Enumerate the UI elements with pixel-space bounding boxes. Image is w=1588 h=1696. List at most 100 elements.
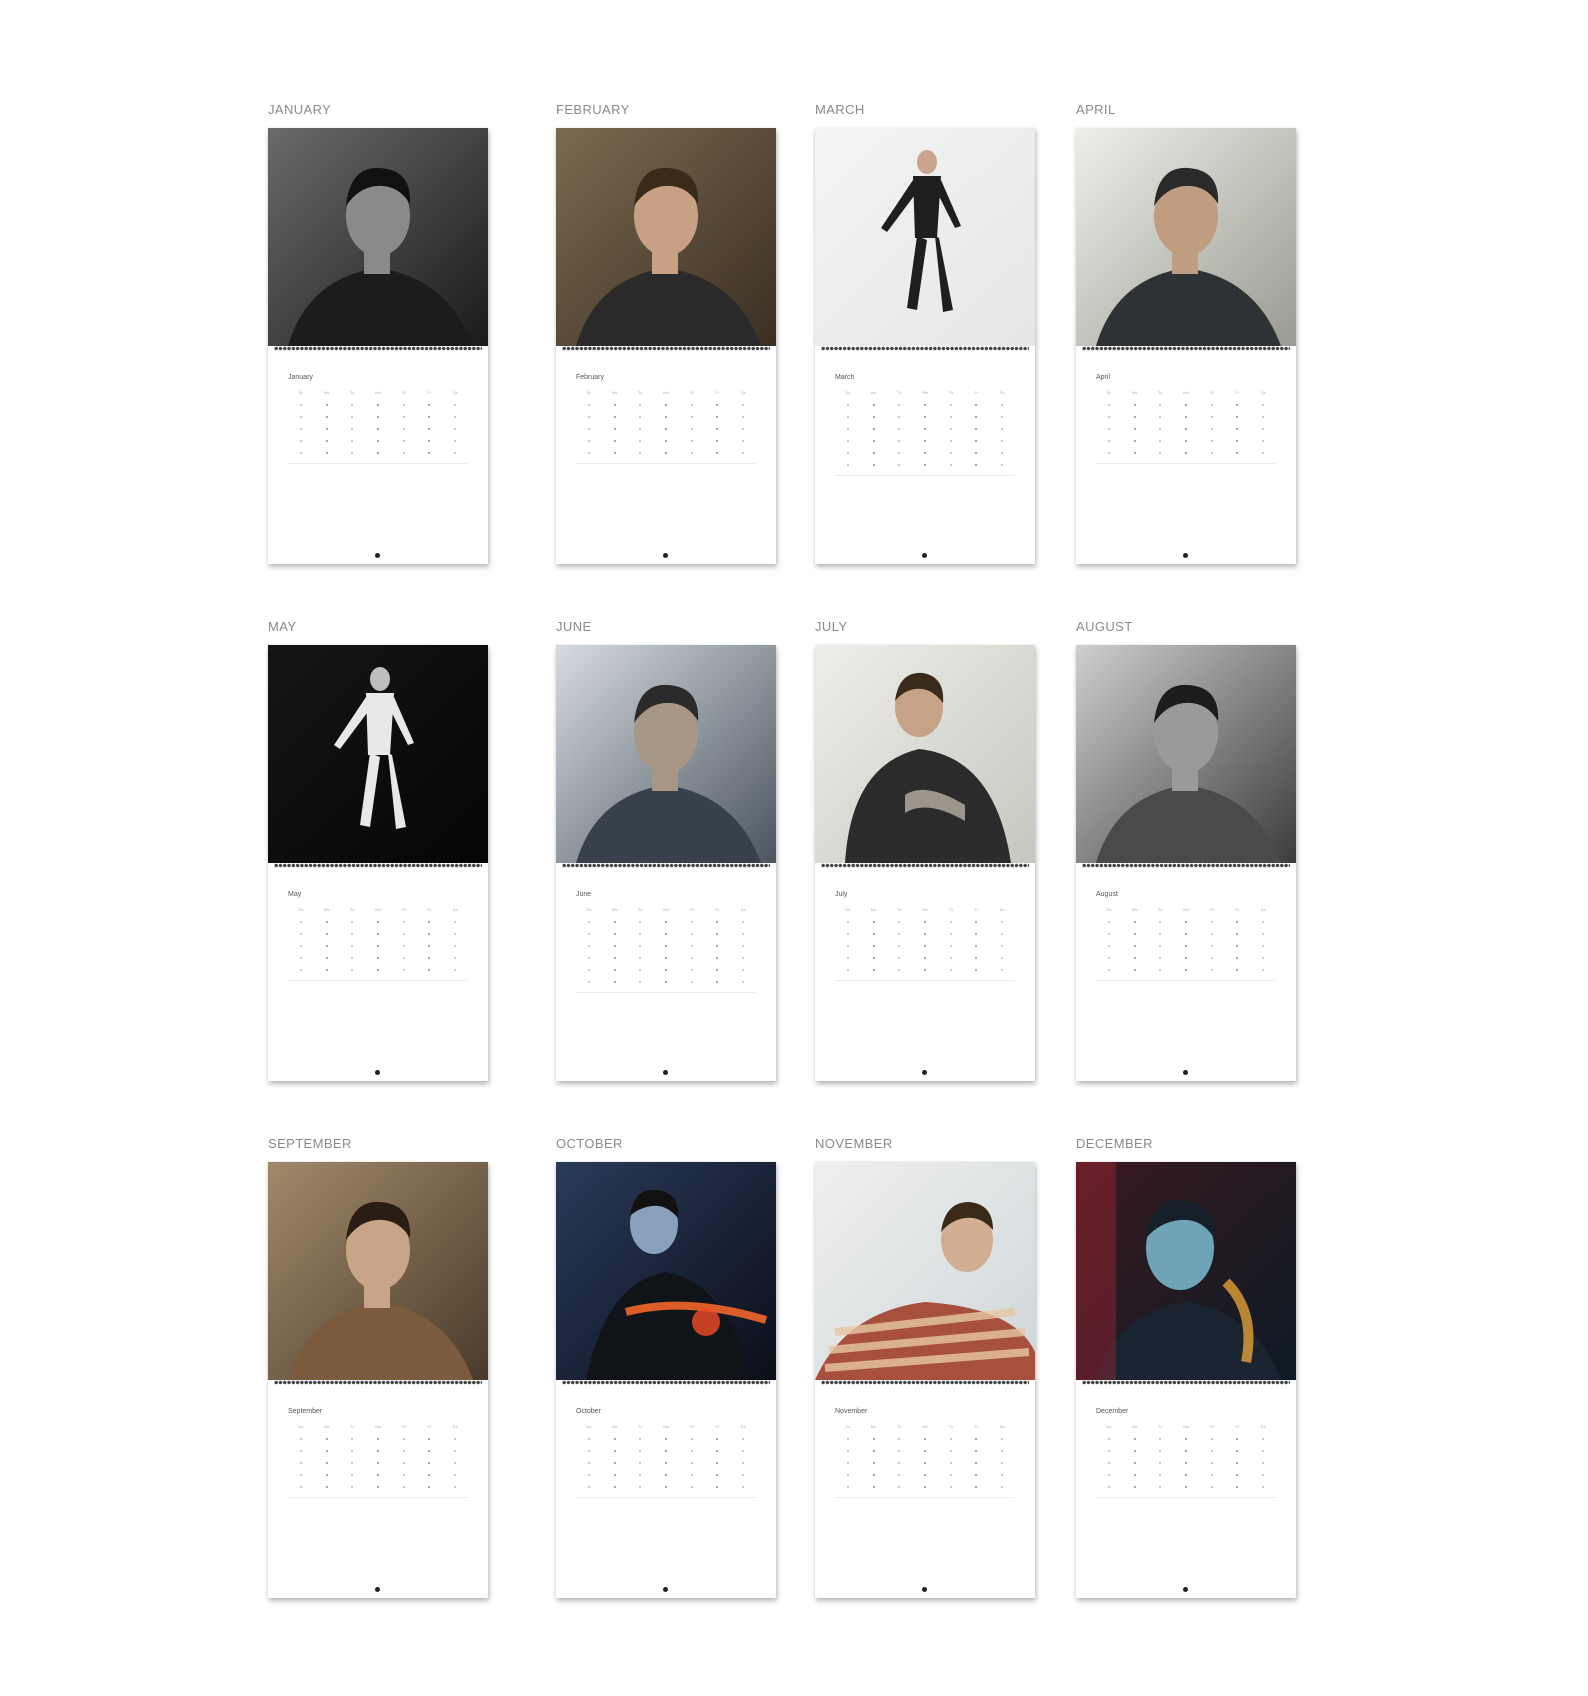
day-cell: [442, 956, 468, 960]
day-cell: [886, 920, 912, 924]
day-cell: [1173, 1449, 1199, 1453]
weekday-label: Mo: [323, 1424, 330, 1429]
day-cell: [1096, 1437, 1122, 1441]
day-cell: [886, 956, 912, 960]
weekday-label: We: [1183, 390, 1189, 395]
calendar-divider: [576, 1497, 756, 1498]
day-cell: [365, 944, 391, 948]
day-cell: [964, 1437, 990, 1441]
day-cell: [835, 956, 861, 960]
day-cell: [339, 956, 365, 960]
day-cell: [1096, 1449, 1122, 1453]
day-cell: [365, 968, 391, 972]
calendar-week-row: [1096, 1473, 1276, 1477]
hanging-hole: [375, 553, 380, 558]
weekday-label: Mo: [870, 907, 877, 912]
weekday-label: We: [922, 390, 928, 395]
weekday-label: We: [1183, 1424, 1189, 1429]
day-cell: [964, 451, 990, 455]
day-cell: [861, 920, 887, 924]
weekday-label: Fr: [427, 390, 432, 395]
mini-calendar: October Su Mo Tu We Th Fr Sa: [576, 1408, 756, 1498]
calendar-page: October Su Mo Tu We Th Fr Sa: [556, 1162, 776, 1598]
day-cell: [365, 1461, 391, 1465]
month-photo: [815, 128, 1035, 346]
day-cell: [653, 415, 679, 419]
calendar-title: February: [576, 374, 605, 381]
day-cell: [886, 1461, 912, 1465]
day-cell: [365, 1473, 391, 1477]
calendar-week-row: [1096, 1461, 1276, 1465]
day-cell: [886, 932, 912, 936]
day-cell: [989, 944, 1015, 948]
day-cell: [1225, 1437, 1251, 1441]
day-cell: [314, 415, 340, 419]
hanging-hole: [663, 553, 668, 558]
calendar-page: July Su Mo Tu We Th Fr Sa: [815, 645, 1035, 1081]
day-cell: [1199, 439, 1225, 443]
day-cell: [1225, 1473, 1251, 1477]
day-cell: [602, 451, 628, 455]
weekday-header: Su Mo Tu We Th Fr Sa: [835, 390, 1015, 395]
day-cell: [314, 968, 340, 972]
calendar-week-row: [835, 968, 1015, 972]
day-cell: [964, 920, 990, 924]
month-photo: [556, 645, 776, 863]
month-heading: FEBRUARY: [556, 102, 630, 117]
day-cell: [627, 403, 653, 407]
day-cell: [835, 415, 861, 419]
day-cell: [365, 415, 391, 419]
weekday-label: Tu: [638, 390, 643, 395]
day-cell: [314, 1485, 340, 1489]
day-cell: [679, 944, 705, 948]
day-cell: [886, 1485, 912, 1489]
day-cell: [1122, 427, 1148, 431]
day-cell: [835, 920, 861, 924]
day-cell: [442, 1485, 468, 1489]
day-cell: [314, 427, 340, 431]
day-cell: [288, 944, 314, 948]
day-cell: [730, 415, 756, 419]
weekday-label: We: [1183, 907, 1189, 912]
weekday-label: Sa: [740, 1424, 746, 1429]
calendar-week-row: [1096, 427, 1276, 431]
month-photo: [815, 1162, 1035, 1380]
day-cell: [339, 920, 365, 924]
weekday-label: Mo: [1131, 1424, 1138, 1429]
day-cell: [912, 1473, 938, 1477]
day-cell: [576, 451, 602, 455]
day-cell: [1250, 968, 1276, 972]
day-cell: [442, 1449, 468, 1453]
day-cell: [886, 944, 912, 948]
weekday-label: Th: [689, 390, 695, 395]
day-cell: [1225, 439, 1251, 443]
weekday-header: Su Mo Tu We Th Fr Sa: [576, 390, 756, 395]
day-cell: [938, 1437, 964, 1441]
day-cell: [314, 944, 340, 948]
calendar-week-row: [288, 1449, 468, 1453]
month-heading: APRIL: [1076, 102, 1116, 117]
day-cell: [1122, 1437, 1148, 1441]
month-photo: [268, 128, 488, 346]
mini-calendar: June Su Mo Tu We Th Fr Sa: [576, 891, 756, 993]
day-cell: [1147, 1437, 1173, 1441]
day-cell: [417, 944, 443, 948]
day-cell: [417, 956, 443, 960]
day-cell: [861, 932, 887, 936]
day-cell: [339, 944, 365, 948]
day-cell: [1147, 944, 1173, 948]
mini-calendar: August Su Mo Tu We Th Fr Sa: [1096, 891, 1276, 981]
day-cell: [989, 956, 1015, 960]
day-cell: [1122, 1461, 1148, 1465]
day-cell: [1122, 451, 1148, 455]
weekday-header: Su Mo Tu We Th Fr Sa: [288, 390, 468, 395]
day-cell: [442, 920, 468, 924]
calendar-title: May: [288, 891, 302, 898]
day-cell: [1225, 932, 1251, 936]
day-cell: [314, 403, 340, 407]
day-cell: [964, 1485, 990, 1489]
day-cell: [938, 451, 964, 455]
day-cell: [705, 427, 731, 431]
calendar-week-row: [576, 403, 756, 407]
day-cell: [861, 1473, 887, 1477]
